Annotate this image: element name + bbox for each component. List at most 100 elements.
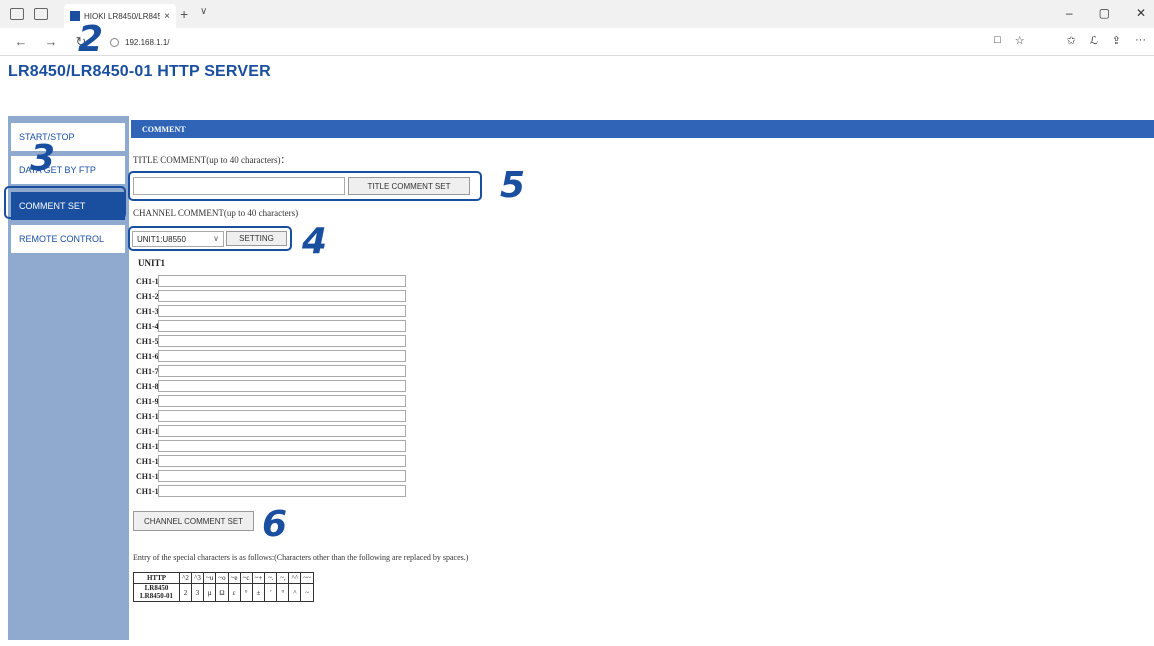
channel-label: CH1-3 xyxy=(136,306,159,316)
table-cell: ^3 xyxy=(191,572,204,584)
table-cell: ± xyxy=(251,582,266,603)
table-row-header: LR8450 LR8450-01 xyxy=(133,582,180,603)
title-comment-set-button[interactable]: TITLE COMMENT SET xyxy=(348,177,470,195)
more-icon[interactable]: ··· xyxy=(1135,34,1146,47)
table-cell: ~. xyxy=(264,572,278,584)
favorites-icon[interactable]: ✩ xyxy=(1067,34,1076,47)
share-icon[interactable]: ⇪ xyxy=(1112,34,1121,47)
table-cell: ^ xyxy=(288,582,302,603)
table-cell: ' xyxy=(264,582,278,603)
channel-comment-input[interactable] xyxy=(158,410,406,422)
sidebar-item-start-stop[interactable]: START/STOP xyxy=(11,123,125,151)
channel-row: CH1-2 xyxy=(134,289,406,303)
unit-select-value: UNIT1:U8550 xyxy=(137,234,186,244)
sidebar-item-data-get-by-ftp[interactable]: DATA GET BY FTP xyxy=(11,156,125,184)
table-cell: ° xyxy=(239,582,253,603)
table-cell: Ω xyxy=(215,582,229,603)
tab-menu-chevron-icon[interactable]: ∨ xyxy=(200,6,207,17)
channel-row: CH1-4 xyxy=(134,319,406,333)
tab-actions-icon[interactable] xyxy=(10,8,24,20)
channel-row: CH1-3 xyxy=(134,304,406,318)
table-cell: 3 xyxy=(191,582,204,603)
chevron-down-icon: ∨ xyxy=(213,234,219,243)
table-cell: µ xyxy=(202,582,217,603)
channel-row: CH1-10 xyxy=(134,409,406,423)
channel-label: CH1-8 xyxy=(136,381,159,391)
channel-comment-input[interactable] xyxy=(158,470,406,482)
channel-row: CH1-9 xyxy=(134,394,406,408)
callout-6: 6 xyxy=(262,504,288,545)
callout-3: 3 xyxy=(30,138,56,179)
page-title: LR8450/LR8450-01 HTTP SERVER xyxy=(8,63,271,80)
callout-2: 2 xyxy=(78,19,104,60)
url-field[interactable]: 192.168.1.1/ xyxy=(110,34,169,50)
pen-icon[interactable]: ℒ xyxy=(1090,34,1098,47)
table-cell: ~, xyxy=(276,572,290,584)
channel-row: CH1-7 xyxy=(134,364,406,378)
channel-row: CH1-13 xyxy=(134,454,406,468)
channel-comment-input[interactable] xyxy=(158,485,406,497)
channel-comment-input[interactable] xyxy=(158,425,406,437)
close-window-icon[interactable]: ✕ xyxy=(1136,6,1146,20)
setting-button[interactable]: SETTING xyxy=(226,231,287,246)
callout-4: 4 xyxy=(302,221,328,262)
table-cell: ° xyxy=(276,582,290,603)
channel-comment-input[interactable] xyxy=(158,320,406,332)
channel-comment-input[interactable] xyxy=(158,440,406,452)
channel-comment-input[interactable] xyxy=(158,290,406,302)
url-text: 192.168.1.1/ xyxy=(125,37,170,47)
channel-comment-input[interactable] xyxy=(158,350,406,362)
channel-comment-input[interactable] xyxy=(158,335,406,347)
channel-comment-set-button[interactable]: CHANNEL COMMENT SET xyxy=(133,511,254,531)
title-comment-label: TITLE COMMENT(up to 40 characters)： xyxy=(133,155,290,165)
channel-comment-input[interactable] xyxy=(158,275,406,287)
table-cell: ~c xyxy=(239,572,253,584)
browser-toolbar: □ ☆ ✩ ℒ ⇪ ··· xyxy=(994,34,1146,47)
channel-label: CH1-11 xyxy=(136,426,163,436)
unit-select[interactable]: UNIT1:U8550 ∨ xyxy=(132,231,224,247)
channel-label: CH1-4 xyxy=(136,321,159,331)
channel-comment-label: CHANNEL COMMENT(up to 40 characters) xyxy=(133,208,299,218)
channel-label: CH1-1 xyxy=(136,276,159,286)
new-tab-icon[interactable]: + xyxy=(180,6,188,22)
sidebar-item-remote-control[interactable]: REMOTE CONTROL xyxy=(11,225,125,253)
callout-5: 5 xyxy=(500,165,526,206)
channel-label: CH1-14 xyxy=(136,471,163,481)
forward-icon[interactable]: → xyxy=(42,34,60,49)
channel-row: CH1-11 xyxy=(134,424,406,438)
table-cell: 2 xyxy=(179,582,192,603)
table-cell: ~+ xyxy=(251,572,266,584)
favorite-star-icon[interactable]: ☆ xyxy=(1015,34,1025,47)
section-header: COMMENT xyxy=(131,120,1154,138)
channel-row: CH1-1 xyxy=(134,274,406,288)
channel-comment-input[interactable] xyxy=(158,455,406,467)
channel-comment-input[interactable] xyxy=(158,365,406,377)
back-icon[interactable]: ← xyxy=(12,34,30,49)
tab-close-icon[interactable]: × xyxy=(164,11,170,22)
channel-comment-input[interactable] xyxy=(158,395,406,407)
channel-comment-input[interactable] xyxy=(158,305,406,317)
table-cell: ^2 xyxy=(179,572,192,584)
channel-label: CH1-7 xyxy=(136,366,159,376)
channel-row: CH1-15 xyxy=(134,484,406,498)
reading-view-icon[interactable]: □ xyxy=(994,34,1001,47)
tab-set-aside-icon[interactable] xyxy=(34,8,48,20)
table-cell: ~ xyxy=(300,582,314,603)
table-row: HTTP ^2 ^3 ~u ~o ~e ~c ~+ ~. ~, ^^ ~~ xyxy=(133,572,314,584)
channel-comment-input[interactable] xyxy=(158,380,406,392)
channel-label: CH1-2 xyxy=(136,291,159,301)
channel-label: CH1-15 xyxy=(136,486,163,496)
table-cell: ^^ xyxy=(288,572,302,584)
site-info-icon[interactable] xyxy=(110,37,119,47)
table-row: LR8450 LR8450-01 2 3 µ Ω ε ° ± ' ° ^ ~ xyxy=(133,582,314,603)
browser-tab-bar: HIOKI LR8450/LR8450-0 × + ∨ – ▢ ✕ xyxy=(0,0,1154,28)
channel-label: CH1-9 xyxy=(136,396,159,406)
title-comment-input[interactable] xyxy=(133,177,345,195)
channel-row: CH1-14 xyxy=(134,469,406,483)
table-cell: ~u xyxy=(202,572,217,584)
channel-label: CH1-10 xyxy=(136,411,163,421)
table-cell: ~e xyxy=(227,572,241,584)
minimize-icon[interactable]: – xyxy=(1066,6,1073,20)
comment-set-highlight xyxy=(4,186,126,219)
maximize-icon[interactable]: ▢ xyxy=(1099,6,1110,20)
